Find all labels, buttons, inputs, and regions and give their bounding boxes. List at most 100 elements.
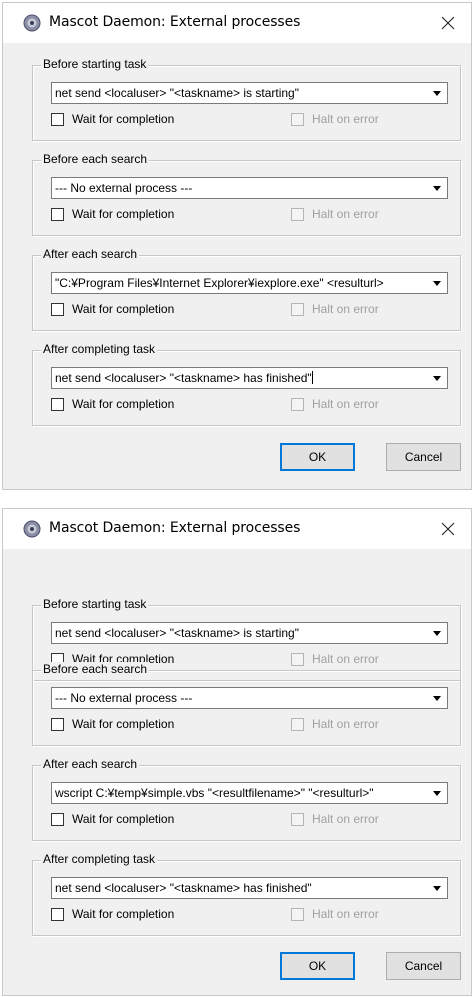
halt-on-error-checkbox: Halt on error <box>291 206 379 222</box>
text-caret <box>311 371 313 384</box>
dropdown-button[interactable] <box>427 623 447 643</box>
checkbox-label: Wait for completion <box>72 812 175 826</box>
group-before-each-search: Before each search --- No external proce… <box>32 152 461 236</box>
combobox-value: net send <localuser> "<taskname> is star… <box>55 626 299 640</box>
checkbox-box[interactable] <box>51 812 64 826</box>
dropdown-button[interactable] <box>427 273 447 293</box>
dropdown-button[interactable] <box>427 878 447 898</box>
chevron-down-icon <box>433 375 441 381</box>
chevron-down-icon <box>433 90 441 96</box>
process-combobox[interactable]: --- No external process --- <box>51 687 448 709</box>
combobox-value: --- No external process --- <box>55 181 193 195</box>
halt-on-error-checkbox: Halt on error <box>291 716 379 732</box>
cancel-button[interactable]: Cancel <box>386 952 461 980</box>
process-combobox[interactable]: net send <localuser> "<taskname> is star… <box>51 82 448 104</box>
halt-on-error-checkbox: Halt on error <box>291 811 379 827</box>
mascot-daemon-icon <box>23 14 41 32</box>
checkbox-box[interactable] <box>51 112 64 126</box>
external-processes-dialog-2: Mascot Daemon: External processes Before… <box>2 508 472 996</box>
group-after-completing-task: After completing task net send <localuse… <box>32 852 461 936</box>
checkbox-label: Wait for completion <box>72 907 175 921</box>
group-label: After completing task <box>41 852 158 866</box>
checkbox-box <box>291 717 304 731</box>
close-button[interactable] <box>433 515 463 543</box>
halt-on-error-checkbox: Halt on error <box>291 396 379 412</box>
checkbox-box[interactable] <box>51 907 64 921</box>
checkbox-box[interactable] <box>51 717 64 731</box>
checkbox-label: Wait for completion <box>72 717 175 731</box>
combobox-value: net send <localuser> "<taskname> has fin… <box>55 371 425 385</box>
close-icon <box>441 16 455 30</box>
checkbox-box <box>291 652 304 666</box>
wait-for-completion-checkbox[interactable]: Wait for completion <box>51 206 174 222</box>
group-label: Before each search <box>41 662 150 676</box>
chevron-down-icon <box>433 185 441 191</box>
dropdown-button[interactable] <box>427 783 447 803</box>
group-label: Before starting task <box>41 597 149 611</box>
external-processes-dialog-1: Mascot Daemon: External processes Before… <box>2 2 472 490</box>
wait-for-completion-checkbox[interactable]: Wait for completion <box>51 111 174 127</box>
checkbox-label: Halt on error <box>312 652 379 666</box>
cancel-button[interactable]: Cancel <box>386 443 461 471</box>
wait-for-completion-checkbox[interactable]: Wait for completion <box>51 301 174 317</box>
checkbox-label: Halt on error <box>312 717 379 731</box>
combobox-value: --- No external process --- <box>55 691 193 705</box>
process-combobox[interactable]: net send <localuser> "<taskname> has fin… <box>51 367 448 389</box>
wait-for-completion-checkbox[interactable]: Wait for completion <box>51 396 174 412</box>
close-icon <box>441 522 455 536</box>
group-label: After completing task <box>41 342 158 356</box>
combobox-value: net send <localuser> "<taskname> is star… <box>55 86 299 100</box>
chevron-down-icon <box>433 280 441 286</box>
combobox-value: wscript C:¥temp¥simple.vbs "<resultfilen… <box>55 786 374 800</box>
process-combobox[interactable]: --- No external process --- <box>51 177 448 199</box>
chevron-down-icon <box>433 790 441 796</box>
checkbox-label: Wait for completion <box>72 112 175 126</box>
checkbox-box[interactable] <box>51 207 64 221</box>
title-bar: Mascot Daemon: External processes <box>3 509 471 549</box>
checkbox-box[interactable] <box>51 397 64 411</box>
dialog-title: Mascot Daemon: External processes <box>49 520 301 536</box>
dropdown-button[interactable] <box>427 178 447 198</box>
group-label: After each search <box>41 247 140 261</box>
checkbox-label: Halt on error <box>312 907 379 921</box>
halt-on-error-checkbox: Halt on error <box>291 111 379 127</box>
checkbox-box <box>291 112 304 126</box>
process-combobox[interactable]: "C:¥Program Files¥Internet Explorer¥iexp… <box>51 272 448 294</box>
checkbox-label: Halt on error <box>312 112 379 126</box>
process-combobox[interactable]: wscript C:¥temp¥simple.vbs "<resultfilen… <box>51 782 448 804</box>
chevron-down-icon <box>433 695 441 701</box>
dropdown-button[interactable] <box>427 83 447 103</box>
title-bar: Mascot Daemon: External processes <box>3 3 471 43</box>
checkbox-label: Halt on error <box>312 812 379 826</box>
mascot-daemon-icon <box>23 520 41 538</box>
combobox-value: net send <localuser> "<taskname> has fin… <box>55 881 312 895</box>
wait-for-completion-checkbox[interactable]: Wait for completion <box>51 906 174 922</box>
halt-on-error-checkbox: Halt on error <box>291 301 379 317</box>
checkbox-box <box>291 302 304 316</box>
group-label: Before starting task <box>41 57 149 71</box>
chevron-down-icon <box>433 885 441 891</box>
checkbox-label: Wait for completion <box>72 302 175 316</box>
process-combobox[interactable]: net send <localuser> "<taskname> is star… <box>51 622 448 644</box>
checkbox-box[interactable] <box>51 302 64 316</box>
combobox-value: "C:¥Program Files¥Internet Explorer¥iexp… <box>55 276 384 290</box>
group-label: After each search <box>41 757 140 771</box>
checkbox-box <box>291 397 304 411</box>
checkbox-label: Halt on error <box>312 397 379 411</box>
dropdown-button[interactable] <box>427 688 447 708</box>
process-combobox[interactable]: net send <localuser> "<taskname> has fin… <box>51 877 448 899</box>
checkbox-box <box>291 907 304 921</box>
ok-button[interactable]: OK <box>280 443 355 471</box>
dropdown-button[interactable] <box>427 368 447 388</box>
ok-button[interactable]: OK <box>280 952 355 980</box>
checkbox-box <box>291 812 304 826</box>
dialog-title: Mascot Daemon: External processes <box>49 14 301 30</box>
wait-for-completion-checkbox[interactable]: Wait for completion <box>51 716 174 732</box>
group-after-completing-task: After completing task net send <localuse… <box>32 342 461 426</box>
close-button[interactable] <box>433 9 463 37</box>
group-before-each-search: Before each search --- No external proce… <box>32 662 461 746</box>
chevron-down-icon <box>433 630 441 636</box>
group-after-each-search: After each search wscript C:¥temp¥simple… <box>32 757 461 841</box>
combobox-value-text: net send <localuser> "<taskname> has fin… <box>55 371 312 385</box>
wait-for-completion-checkbox[interactable]: Wait for completion <box>51 811 174 827</box>
